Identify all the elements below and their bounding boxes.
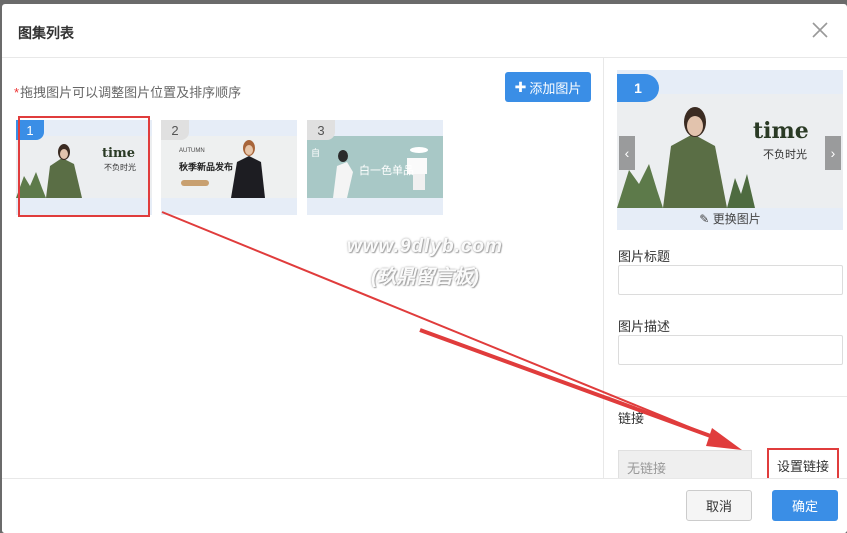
preview-subcaption: 不负时光: [763, 149, 807, 161]
image-list-panel: *拖拽图片可以调整图片位置及排序顺序 ✚ 添加图片 1 time 不负时光 2 …: [2, 58, 603, 478]
pencil-icon: ✎: [699, 212, 710, 226]
thumbnail-subcaption: AUTUMN: [179, 148, 205, 154]
next-arrow-icon[interactable]: ›: [825, 136, 841, 170]
drag-hint-text: 拖拽图片可以调整图片位置及排序顺序: [20, 85, 242, 100]
dialog-title: 图集列表: [18, 25, 74, 41]
thumbnail-subcaption: 自: [311, 148, 321, 158]
cancel-button[interactable]: 取消: [686, 490, 752, 521]
divider: [604, 396, 847, 397]
dialog-header: 图集列表: [2, 4, 847, 58]
image-preview: 1 time 不负时光 ‹ › ✎ 更换图片: [617, 70, 843, 230]
change-image-link[interactable]: ✎ 更换图片: [617, 210, 843, 227]
prev-arrow-icon[interactable]: ‹: [619, 136, 635, 170]
link-label: 链接: [618, 411, 645, 426]
image-detail-panel: 1 time 不负时光 ‹ › ✎ 更换图片 图片标题 图片描述 链接 无链接 …: [603, 58, 847, 484]
preview-caption: time: [753, 118, 809, 144]
confirm-button[interactable]: 确定: [772, 490, 838, 521]
required-mark: *: [14, 85, 20, 100]
description-label: 图片描述: [618, 319, 671, 334]
preview-number: 1: [617, 74, 659, 102]
change-image-label: 更换图片: [712, 212, 761, 226]
thumbnail-number: 3: [307, 120, 335, 140]
plus-icon: ✚: [514, 78, 527, 95]
title-input[interactable]: [618, 265, 843, 295]
description-input[interactable]: [618, 335, 843, 365]
add-image-button[interactable]: ✚ 添加图片: [505, 72, 591, 102]
add-image-label: 添加图片: [529, 80, 582, 96]
set-link-button[interactable]: 设置链接: [767, 448, 839, 482]
thumbnail-caption: 秋季新品发布: [179, 162, 234, 172]
annotation-box: [18, 116, 150, 217]
thumbnail-3[interactable]: 3 白一色单品 自: [307, 120, 443, 215]
thumbnail-number: 2: [161, 120, 189, 140]
gallery-dialog: 图集列表 *拖拽图片可以调整图片位置及排序顺序 ✚ 添加图片 1 time 不负…: [2, 4, 847, 533]
thumbnail-2[interactable]: 2 秋季新品发布 AUTUMN: [161, 120, 297, 215]
preview-image: [617, 94, 843, 208]
dialog-footer: 取消 确定: [2, 478, 847, 533]
title-label: 图片标题: [618, 249, 671, 264]
close-icon[interactable]: [809, 19, 831, 41]
drag-hint: *拖拽图片可以调整图片位置及排序顺序: [14, 82, 241, 101]
thumbnail-caption: 白一色单品: [359, 165, 414, 177]
